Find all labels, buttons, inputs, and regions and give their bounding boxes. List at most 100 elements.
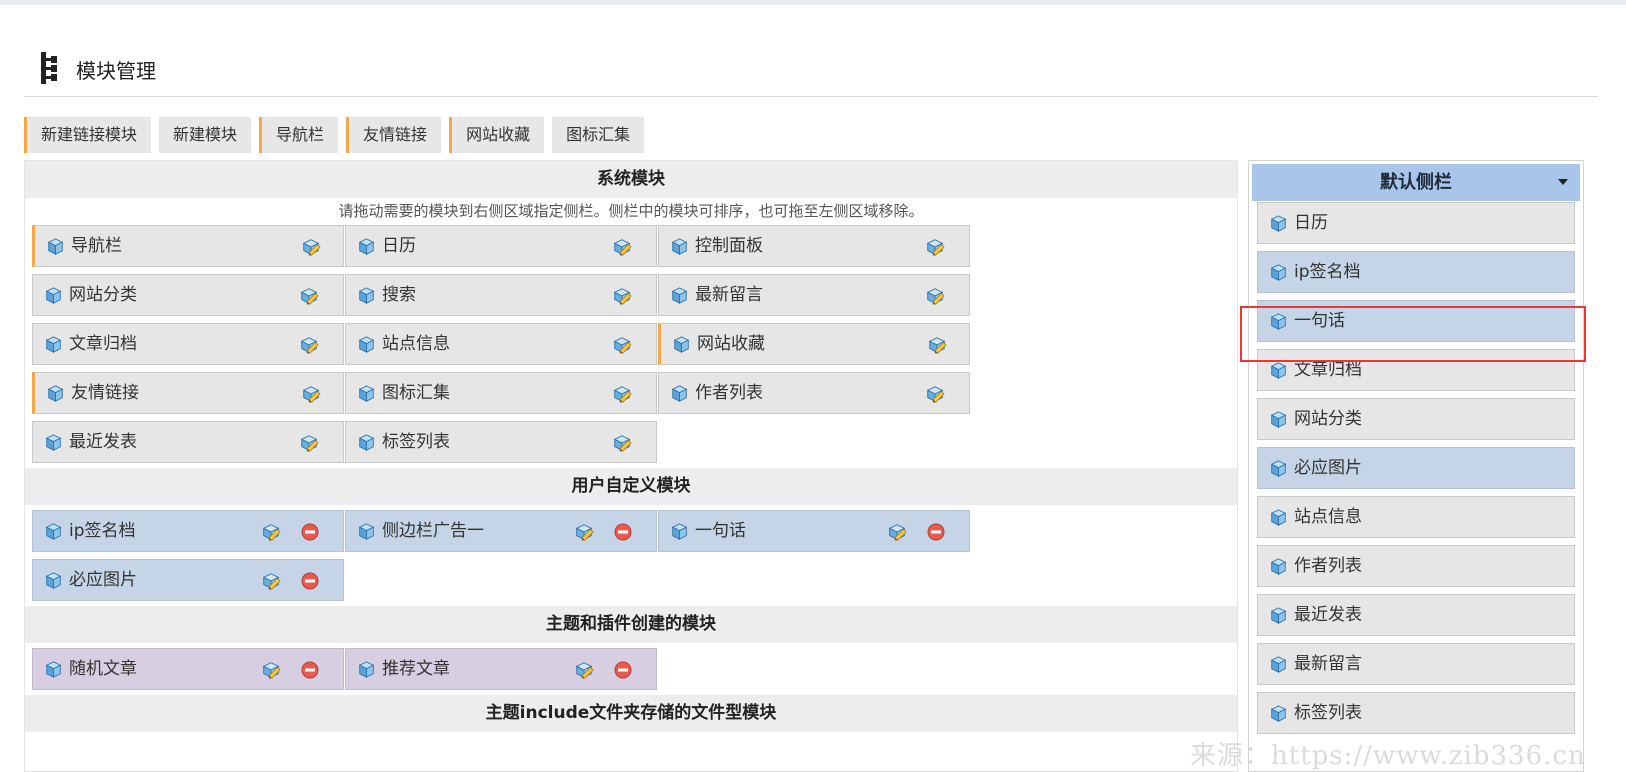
module-item[interactable]: 站点信息 xyxy=(345,323,657,365)
module-item[interactable]: 必应图片 xyxy=(32,559,344,601)
module-label: 标签列表 xyxy=(382,432,450,452)
module-label: 必应图片 xyxy=(1294,458,1362,478)
edit-pencil-icon[interactable] xyxy=(612,286,632,306)
module-item[interactable]: 控制面板 xyxy=(658,225,970,267)
sidebar-item[interactable]: 站点信息 xyxy=(1257,496,1575,538)
module-label: 网站分类 xyxy=(69,285,137,305)
module-item[interactable]: 作者列表 xyxy=(658,372,970,414)
tab-button[interactable]: 新建模块 xyxy=(159,117,252,153)
edit-pencil-icon[interactable] xyxy=(612,384,632,404)
edit-pencil-icon[interactable] xyxy=(299,286,319,306)
sidebar-item[interactable]: 标签列表 xyxy=(1257,692,1575,734)
edit-pencil-icon[interactable] xyxy=(299,433,319,453)
cube-icon xyxy=(45,434,62,451)
module-label: 推荐文章 xyxy=(382,659,450,679)
include-modules-heading: 主题include文件夹存储的文件型模块 xyxy=(25,695,1237,732)
sidebar-item[interactable]: 作者列表 xyxy=(1257,545,1575,587)
tree-structure-icon xyxy=(41,52,57,84)
delete-minus-icon[interactable] xyxy=(301,523,319,541)
module-item[interactable]: 搜索 xyxy=(345,274,657,316)
module-label: 站点信息 xyxy=(382,334,450,354)
module-item[interactable]: 随机文章 xyxy=(32,648,344,690)
cube-icon xyxy=(358,385,375,402)
cube-icon xyxy=(45,661,62,678)
page-title: 模块管理 xyxy=(76,59,156,83)
edit-pencil-icon[interactable] xyxy=(574,522,594,542)
sidebar-item[interactable]: 最近发表 xyxy=(1257,594,1575,636)
default-sidebar-panel: 默认侧栏 日历 ip签名档一句话文章归档网站分类必应图片站点信息作者列表最近发表最… xyxy=(1248,160,1584,772)
sidebar-item[interactable]: 日历 xyxy=(1257,202,1575,244)
cube-icon xyxy=(671,238,688,255)
module-library-panel: 系统模块 请拖动需要的模块到右侧区域指定侧栏。侧栏中的模块可排序，也可拖至左侧区… xyxy=(24,160,1238,772)
module-label: ip签名档 xyxy=(1294,262,1361,282)
module-item[interactable]: 一句话 xyxy=(658,510,970,552)
edit-pencil-icon[interactable] xyxy=(925,286,945,306)
edit-pencil-icon[interactable] xyxy=(612,335,632,355)
edit-pencil-icon[interactable] xyxy=(261,660,281,680)
cube-icon xyxy=(358,287,375,304)
cube-icon xyxy=(671,523,688,540)
module-item[interactable]: 日历 xyxy=(345,225,657,267)
cube-icon xyxy=(45,287,62,304)
edit-pencil-icon[interactable] xyxy=(574,660,594,680)
cube-icon xyxy=(671,385,688,402)
delete-minus-icon[interactable] xyxy=(301,661,319,679)
edit-pencil-icon[interactable] xyxy=(925,384,945,404)
edit-pencil-icon[interactable] xyxy=(301,237,321,257)
edit-pencil-icon[interactable] xyxy=(301,384,321,404)
caret-down-icon[interactable] xyxy=(1558,179,1568,185)
module-item[interactable]: 标签列表 xyxy=(345,421,657,463)
module-item[interactable]: 图标汇集 xyxy=(345,372,657,414)
tab-button[interactable]: 友情链接 xyxy=(346,117,442,153)
tab-button[interactable]: 图标汇集 xyxy=(552,117,645,153)
sidebar-item[interactable]: ip签名档 xyxy=(1257,251,1575,293)
module-item[interactable]: 友情链接 xyxy=(32,372,344,414)
module-item[interactable]: ip签名档 xyxy=(32,510,344,552)
edit-pencil-icon[interactable] xyxy=(261,571,281,591)
module-label: 作者列表 xyxy=(1294,556,1362,576)
cube-icon xyxy=(1270,411,1287,428)
module-label: 作者列表 xyxy=(695,383,763,403)
edit-pencil-icon[interactable] xyxy=(927,335,947,355)
module-item[interactable]: 最近发表 xyxy=(32,421,344,463)
cube-icon xyxy=(358,434,375,451)
delete-minus-icon[interactable] xyxy=(614,523,632,541)
module-item[interactable]: 网站收藏 xyxy=(658,323,970,365)
module-item[interactable]: 最新留言 xyxy=(658,274,970,316)
module-label: 最近发表 xyxy=(1294,605,1362,625)
cube-icon xyxy=(358,661,375,678)
delete-minus-icon[interactable] xyxy=(301,572,319,590)
delete-minus-icon[interactable] xyxy=(927,523,945,541)
cube-icon xyxy=(1270,558,1287,575)
cube-icon xyxy=(47,385,64,402)
tab-button[interactable]: 新建链接模块 xyxy=(24,117,152,153)
delete-minus-icon[interactable] xyxy=(614,661,632,679)
cube-icon xyxy=(358,238,375,255)
module-label: 随机文章 xyxy=(69,659,137,679)
sidebar-header[interactable]: 默认侧栏 xyxy=(1252,164,1580,201)
module-label: 网站分类 xyxy=(1294,409,1362,429)
edit-pencil-icon[interactable] xyxy=(887,522,907,542)
watermark: 来源：https://www.zib336.cn xyxy=(1190,741,1586,771)
edit-pencil-icon[interactable] xyxy=(299,335,319,355)
tab-button[interactable]: 网站收藏 xyxy=(449,117,545,153)
edit-pencil-icon[interactable] xyxy=(612,237,632,257)
module-item[interactable]: 导航栏 xyxy=(32,225,344,267)
sidebar-item[interactable]: 必应图片 xyxy=(1257,447,1575,489)
sidebar-item[interactable]: 最新留言 xyxy=(1257,643,1575,685)
module-item[interactable]: 推荐文章 xyxy=(345,648,657,690)
module-item[interactable]: 网站分类 xyxy=(32,274,344,316)
cube-icon xyxy=(45,572,62,589)
module-label: 站点信息 xyxy=(1294,507,1362,527)
edit-pencil-icon[interactable] xyxy=(925,237,945,257)
sidebar-item[interactable]: 文章归档 xyxy=(1257,349,1575,391)
module-label: 控制面板 xyxy=(695,236,763,256)
edit-pencil-icon[interactable] xyxy=(612,433,632,453)
edit-pencil-icon[interactable] xyxy=(261,522,281,542)
module-item[interactable]: 侧边栏广告一 xyxy=(345,510,657,552)
tab-button[interactable]: 导航栏 xyxy=(259,117,339,153)
sidebar-item[interactable]: 网站分类 xyxy=(1257,398,1575,440)
sidebar-item[interactable]: 一句话 xyxy=(1257,300,1575,342)
module-item[interactable]: 文章归档 xyxy=(32,323,344,365)
module-label: 侧边栏广告一 xyxy=(382,521,484,541)
